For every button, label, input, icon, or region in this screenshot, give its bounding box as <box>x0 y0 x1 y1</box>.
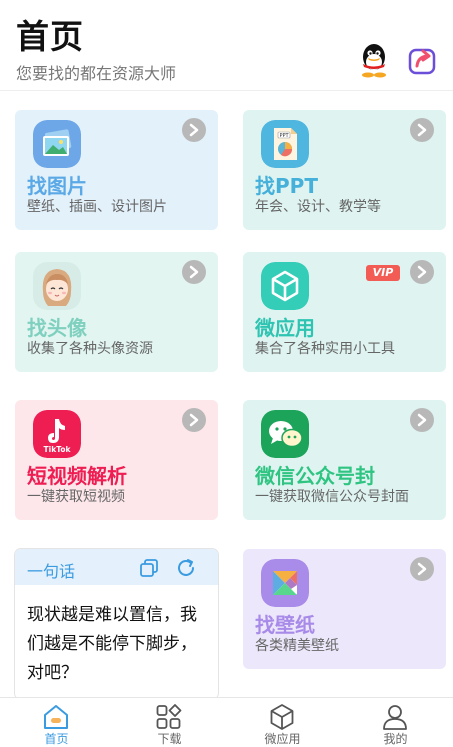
card-title: 找头像 <box>27 316 87 340</box>
tab-micro-apps[interactable]: 微应用 <box>226 698 339 746</box>
arrow-right-icon <box>410 118 434 142</box>
tab-label: 首页 <box>44 732 69 746</box>
tab-label: 下载 <box>157 732 182 746</box>
home-icon <box>44 705 68 729</box>
card-find-ppt[interactable]: PPT 找PPT 年会、设计、教学等 <box>243 110 446 230</box>
tangram-icon <box>261 559 309 607</box>
ppt-icon: PPT <box>261 120 309 168</box>
cube-icon <box>270 704 294 730</box>
tab-download[interactable]: 下载 <box>113 698 226 746</box>
quote-text: 现状越是难以置信，我们越是不能停下脚步，对吧？ <box>27 605 197 683</box>
card-desc: 年会、设计、教学等 <box>255 199 381 215</box>
card-desc: 各类精美壁纸 <box>255 638 339 654</box>
card-wechat-cover[interactable]: 微信公众号封 一键获取微信公众号封面 <box>243 400 446 520</box>
page-title: 首页 <box>16 17 84 56</box>
card-title: 找PPT <box>255 174 318 198</box>
card-title: 找壁纸 <box>255 613 315 637</box>
header: 首页 您要找的都在资源大师 <box>0 0 453 91</box>
card-title: 短视频解析 <box>27 464 127 488</box>
tab-label: 我的 <box>383 732 408 746</box>
vip-badge: VIP <box>366 265 400 281</box>
cube-icon <box>261 262 309 310</box>
card-title: 找图片 <box>27 174 87 198</box>
card-video-parse[interactable]: TikTok 短视频解析 一键获取短视频 <box>15 400 218 520</box>
card-desc: 一键获取微信公众号封面 <box>255 489 409 505</box>
svg-text:TikTok: TikTok <box>44 445 72 454</box>
card-find-avatars[interactable]: 找头像 收集了各种头像资源 <box>15 252 218 372</box>
arrow-right-icon <box>410 408 434 432</box>
arrow-right-icon <box>182 118 206 142</box>
quote-card: 一句话 现状越是难以置信，我们越是不能停下脚步，对吧？ <box>15 549 218 699</box>
card-micro-apps[interactable]: VIP 微应用 集合了各种实用小工具 <box>243 252 446 372</box>
arrow-right-icon <box>182 260 206 284</box>
svg-text:PPT: PPT <box>279 133 289 139</box>
copy-icon[interactable] <box>139 558 159 578</box>
tab-mine[interactable]: 我的 <box>339 698 452 746</box>
refresh-icon[interactable] <box>175 557 197 579</box>
wechat-icon <box>261 410 309 458</box>
avatar-girl-icon <box>33 262 81 310</box>
card-find-wallpapers[interactable]: 找壁纸 各类精美壁纸 <box>243 549 446 669</box>
page-subtitle: 您要找的都在资源大师 <box>16 64 177 83</box>
card-title: 微应用 <box>255 316 315 340</box>
card-title: 微信公众号封 <box>255 464 375 488</box>
quote-label: 一句话 <box>27 562 76 581</box>
card-desc: 壁纸、插画、设计图片 <box>27 199 167 215</box>
tab-label: 微应用 <box>264 732 301 746</box>
image-icon <box>33 120 81 168</box>
tiktok-icon: TikTok <box>33 410 81 458</box>
arrow-right-icon <box>410 260 434 284</box>
grid-icon <box>156 704 182 729</box>
qq-icon[interactable] <box>358 42 390 78</box>
card-desc: 集合了各种实用小工具 <box>255 341 395 357</box>
card-find-images[interactable]: 找图片 壁纸、插画、设计图片 <box>15 110 218 230</box>
card-desc: 一键获取短视频 <box>27 489 125 505</box>
bottom-tab-bar: 首页 下载 微应用 我的 <box>0 697 453 746</box>
arrow-right-icon <box>182 408 206 432</box>
arrow-right-icon <box>410 557 434 581</box>
card-desc: 收集了各种头像资源 <box>27 341 153 357</box>
share-icon[interactable] <box>408 45 436 75</box>
tab-home[interactable]: 首页 <box>0 698 113 746</box>
quote-header: 一句话 <box>15 549 218 585</box>
user-icon <box>383 705 407 730</box>
